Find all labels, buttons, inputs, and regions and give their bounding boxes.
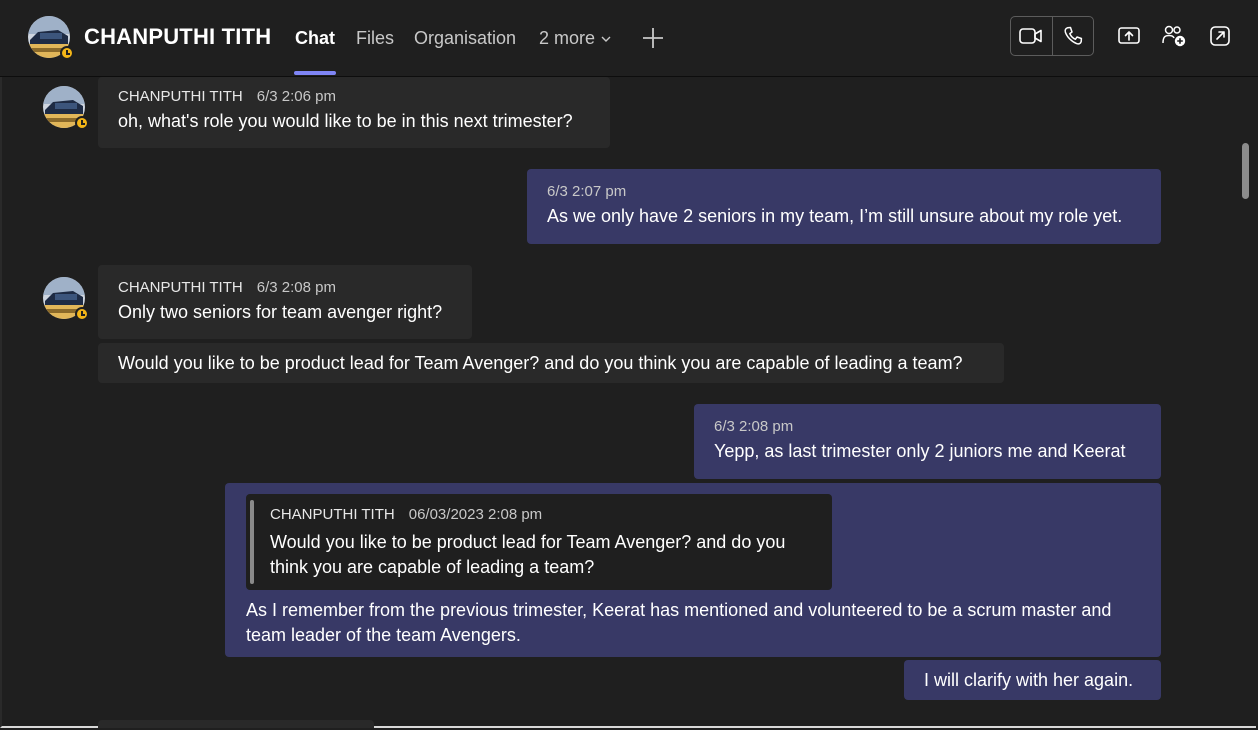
message-time: 6/3 2:07 pm <box>547 183 627 200</box>
tab-files[interactable]: Files <box>356 28 394 49</box>
sender-avatar[interactable] <box>43 86 89 130</box>
message-text: I will clarify with her again. <box>924 670 1134 690</box>
share-screen-icon <box>1118 27 1140 44</box>
quote-text-line-2: think you are capable of leading a team? <box>270 557 595 577</box>
pop-out-icon <box>1210 26 1230 46</box>
message-time: 6/3 2:08 pm <box>714 418 794 435</box>
chat-header: CHANPUTHI TITH Chat Files Organisation 2… <box>0 0 1258 77</box>
tab-more-label: 2 more <box>539 28 596 48</box>
quote-meta: CHANPUTHI TITH 06/03/2023 2:08 pm <box>270 506 542 523</box>
add-people-button[interactable] <box>1160 22 1188 50</box>
add-people-icon <box>1162 25 1186 47</box>
message-meta: CHANPUTHI TITH 6/3 2:06 pm <box>118 88 590 105</box>
quote-text-line-1: Would you like to be product lead for Te… <box>270 532 786 552</box>
contact-avatar[interactable] <box>28 16 74 60</box>
quote-bar <box>250 500 254 584</box>
message-bubble-own[interactable]: 6/3 2:08 pm Yepp, as last trimester only… <box>694 404 1161 479</box>
quote-author: CHANPUTHI TITH <box>270 506 395 523</box>
message-bubble[interactable]: Would you like to be product lead for Te… <box>98 343 1004 383</box>
sender-avatar[interactable] <box>43 277 89 321</box>
tab-chat[interactable]: Chat <box>295 28 335 49</box>
message-bubble[interactable]: CHANPUTHI TITH 6/3 2:08 pm Only two senio… <box>98 265 472 339</box>
message-bubble-own[interactable]: 6/3 2:07 pm As we only have 2 seniors in… <box>527 169 1161 244</box>
message-author: CHANPUTHI TITH <box>118 88 243 105</box>
contact-name: CHANPUTHI TITH <box>84 24 272 49</box>
away-status-icon <box>60 46 74 60</box>
message-text-line-1: As I remember from the previous trimeste… <box>246 600 1112 620</box>
message-time: 6/3 2:08 pm <box>256 279 336 296</box>
message-text: Only two seniors for team avenger right? <box>118 302 443 322</box>
away-status-icon <box>75 116 89 130</box>
audio-call-button[interactable] <box>1053 17 1094 55</box>
away-status-icon <box>75 307 89 321</box>
next-message-bubble <box>98 720 374 728</box>
video-call-icon <box>1019 28 1043 44</box>
message-text-line-2: team leader of the team Avengers. <box>246 625 521 645</box>
pop-out-button[interactable] <box>1206 22 1234 50</box>
share-screen-button[interactable] <box>1115 22 1143 50</box>
active-tab-indicator <box>294 71 336 75</box>
message-bubble-own[interactable]: I will clarify with her again. <box>904 660 1161 700</box>
quote-time: 06/03/2023 2:08 pm <box>408 506 543 523</box>
scrollbar-thumb[interactable] <box>1242 143 1249 199</box>
tab-organisation[interactable]: Organisation <box>414 28 516 49</box>
message-author: CHANPUTHI TITH <box>118 279 243 296</box>
tab-more[interactable]: 2 more <box>539 28 611 49</box>
message-text: oh, what's role you would like to be in … <box>118 111 573 131</box>
quoted-message[interactable]: CHANPUTHI TITH 06/03/2023 2:08 pm Would y… <box>246 494 832 590</box>
chevron-down-icon <box>601 36 611 42</box>
message-meta: CHANPUTHI TITH 6/3 2:08 pm <box>118 279 452 296</box>
call-button-group <box>1010 16 1094 56</box>
add-tab-icon[interactable] <box>640 25 666 51</box>
message-text: As we only have 2 seniors in my team, I’… <box>547 206 1123 226</box>
video-call-button[interactable] <box>1011 17 1053 55</box>
message-text: Yepp, as last trimester only 2 juniors m… <box>714 441 1126 461</box>
message-time: 6/3 2:06 pm <box>256 88 336 105</box>
message-bubble[interactable]: CHANPUTHI TITH 6/3 2:06 pm oh, what's rol… <box>98 77 610 148</box>
audio-call-icon <box>1064 26 1082 45</box>
message-text: Would you like to be product lead for Te… <box>118 353 963 373</box>
